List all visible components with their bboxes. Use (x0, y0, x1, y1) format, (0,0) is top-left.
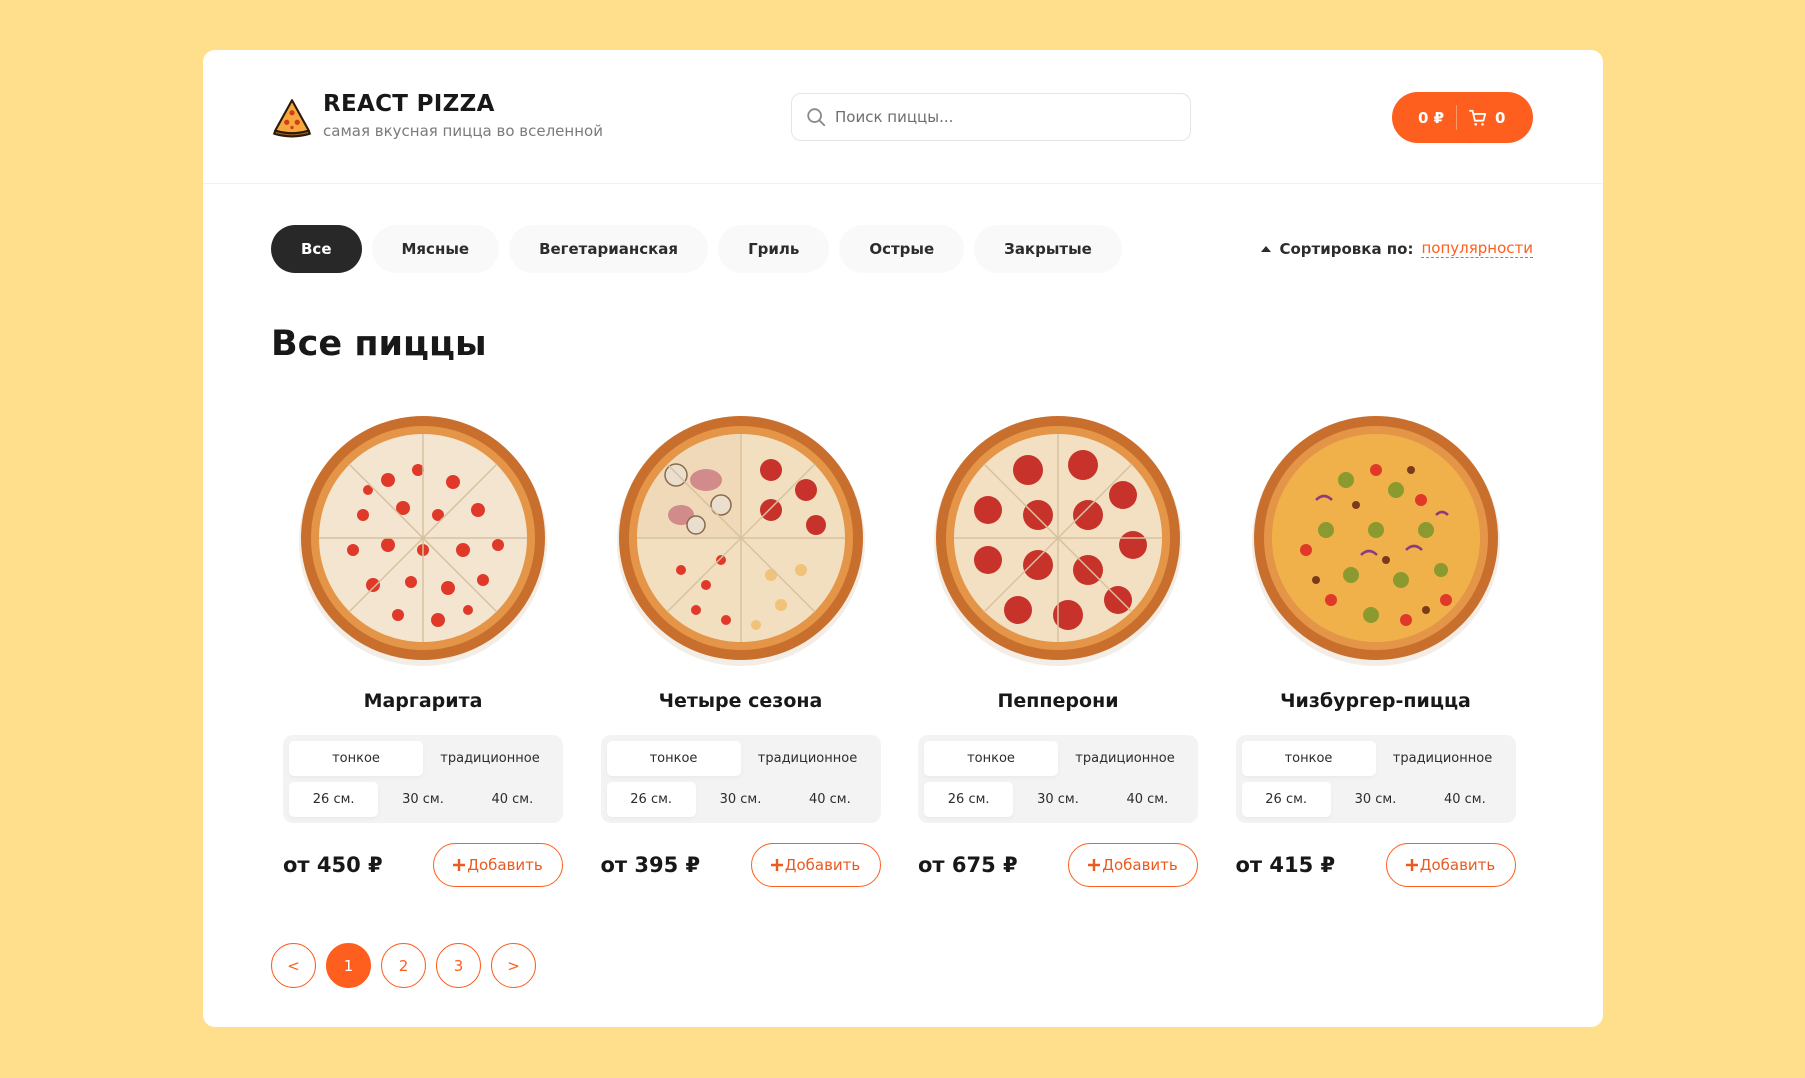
page-button-1[interactable]: 1 (326, 943, 371, 988)
logo-subtitle: самая вкусная пицца во вселенной (323, 122, 603, 140)
add-to-cart-button[interactable]: Добавить (750, 843, 881, 887)
pizza-footer: от 450 ₽ Добавить (283, 843, 563, 887)
type-option-traditional[interactable]: традиционное (1058, 741, 1192, 776)
plus-icon (770, 859, 783, 871)
dough-type-row: тонкое традиционное (1241, 741, 1510, 776)
size-option-40[interactable]: 40 см. (468, 782, 557, 817)
size-row: 26 см. 30 см. 40 см. (924, 782, 1192, 817)
category-vegetarian[interactable]: Вегетарианская (509, 225, 709, 273)
category-grill[interactable]: Гриль (718, 225, 830, 273)
cart-icon (1469, 109, 1487, 126)
size-row: 26 см. 30 см. 40 см. (606, 782, 875, 817)
pizza-title: Четыре сезона (658, 690, 823, 712)
size-row: 26 см. 30 см. 40 см. (1241, 782, 1510, 817)
pizza-price: от 675 ₽ (918, 853, 1018, 877)
cart-total: 0 ₽ (1418, 108, 1445, 127)
size-option-30[interactable]: 30 см. (696, 782, 785, 817)
type-option-thin[interactable]: тонкое (1241, 741, 1376, 776)
add-button-label: Добавить (784, 856, 861, 874)
dough-type-row: тонкое традиционное (289, 741, 557, 776)
pizza-title: Пепперони (997, 690, 1119, 712)
size-option-26[interactable]: 26 см. (606, 782, 696, 817)
logo[interactable]: REACT PIZZA самая вкусная пицца во вселе… (271, 90, 603, 140)
pizza-card: Чизбургер-пицца тонкое традиционное 26 с… (1235, 410, 1516, 887)
pizza-price: от 395 ₽ (600, 853, 701, 877)
sort-label: Сортировка по: (1279, 239, 1414, 258)
pizza-card: Маргарита тонкое традиционное 26 см. 30 … (283, 410, 563, 887)
next-page-button[interactable]: > (491, 943, 536, 988)
pizza-options: тонкое традиционное 26 см. 30 см. 40 см. (600, 735, 881, 823)
plus-icon (453, 859, 466, 871)
logo-title: REACT PIZZA (323, 91, 495, 117)
add-button-label: Добавить (1102, 856, 1178, 874)
size-row: 26 см. 30 см. 40 см. (289, 782, 557, 817)
prev-page-button[interactable]: < (271, 943, 316, 988)
add-button-label: Добавить (1419, 856, 1496, 874)
pizza-price: от 450 ₽ (283, 853, 383, 877)
size-option-30[interactable]: 30 см. (1013, 782, 1102, 817)
pizza-logo-icon (273, 99, 311, 138)
caret-up-icon (1261, 245, 1272, 252)
type-option-thin[interactable]: тонкое (924, 741, 1058, 776)
pizza-footer: от 395 ₽ Добавить (601, 843, 881, 887)
dough-type-row: тонкое традиционное (606, 741, 875, 776)
dough-type-row: тонкое традиционное (924, 741, 1192, 776)
search-input[interactable] (835, 108, 1165, 126)
pizza-title: Маргарита (363, 690, 483, 712)
type-option-thin[interactable]: тонкое (289, 741, 423, 776)
type-option-traditional[interactable]: традиционное (423, 741, 557, 776)
size-option-40[interactable]: 40 см. (785, 782, 874, 817)
size-option-26[interactable]: 26 см. (1241, 782, 1331, 817)
pizza-image (616, 416, 865, 666)
category-list: Все Мясные Вегетарианская Гриль Острые З… (271, 225, 1132, 273)
search-icon (807, 108, 826, 127)
pizza-options: тонкое традиционное 26 см. 30 см. 40 см. (1235, 735, 1516, 823)
pizza-image (934, 416, 1182, 666)
category-closed[interactable]: Закрытые (974, 225, 1122, 273)
pizza-card: Пепперони тонкое традиционное 26 см. 30 … (918, 410, 1198, 887)
category-all[interactable]: Все (271, 225, 362, 273)
pizza-image (299, 416, 547, 666)
size-option-30[interactable]: 30 см. (1331, 782, 1420, 817)
category-meat[interactable]: Мясные (371, 225, 500, 273)
header: REACT PIZZA самая вкусная пицца во вселе… (203, 50, 1603, 184)
size-option-26[interactable]: 26 см. (289, 782, 379, 817)
plus-icon (1088, 859, 1101, 871)
pizza-price: от 415 ₽ (1235, 853, 1336, 877)
pagination: < 1 2 3 > (271, 943, 546, 988)
add-to-cart-button[interactable]: Добавить (1068, 843, 1198, 887)
type-option-traditional[interactable]: традиционное (741, 741, 875, 776)
size-option-40[interactable]: 40 см. (1103, 782, 1192, 817)
size-option-26[interactable]: 26 см. (924, 782, 1014, 817)
cart-divider (1456, 105, 1457, 130)
pizza-options: тонкое традиционное 26 см. 30 см. 40 см. (283, 735, 563, 823)
add-to-cart-button[interactable]: Добавить (1385, 843, 1516, 887)
page-title: Все пиццы (271, 324, 487, 364)
add-to-cart-button[interactable]: Добавить (433, 843, 563, 887)
size-option-30[interactable]: 30 см. (378, 782, 467, 817)
type-option-thin[interactable]: тонкое (606, 741, 741, 776)
pizza-image (1251, 416, 1500, 666)
size-option-40[interactable]: 40 см. (1420, 782, 1509, 817)
add-button-label: Добавить (467, 856, 543, 874)
plus-icon (1405, 859, 1418, 871)
pizza-grid: Маргарита тонкое традиционное 26 см. 30 … (283, 410, 1553, 887)
pizza-footer: от 675 ₽ Добавить (918, 843, 1198, 887)
page-button-2[interactable]: 2 (381, 943, 426, 988)
page-button-3[interactable]: 3 (436, 943, 481, 988)
pizza-footer: от 415 ₽ Добавить (1236, 843, 1516, 887)
search-box (791, 93, 1191, 141)
page-container: REACT PIZZA самая вкусная пицца во вселе… (203, 50, 1603, 1027)
category-spicy[interactable]: Острые (839, 225, 965, 273)
pizza-title: Чизбургер-пицца (1280, 690, 1471, 712)
cart-button[interactable]: 0 ₽ 0 (1392, 92, 1533, 143)
pizza-options: тонкое традиционное 26 см. 30 см. 40 см. (918, 735, 1198, 823)
sort-control: Сортировка по: популярности (1261, 239, 1533, 258)
pizza-card: Четыре сезона тонкое традиционное 26 см.… (600, 410, 881, 887)
type-option-traditional[interactable]: традиционное (1376, 741, 1510, 776)
cart-count: 0 (1495, 108, 1506, 127)
sort-dropdown[interactable]: популярности (1421, 239, 1533, 258)
